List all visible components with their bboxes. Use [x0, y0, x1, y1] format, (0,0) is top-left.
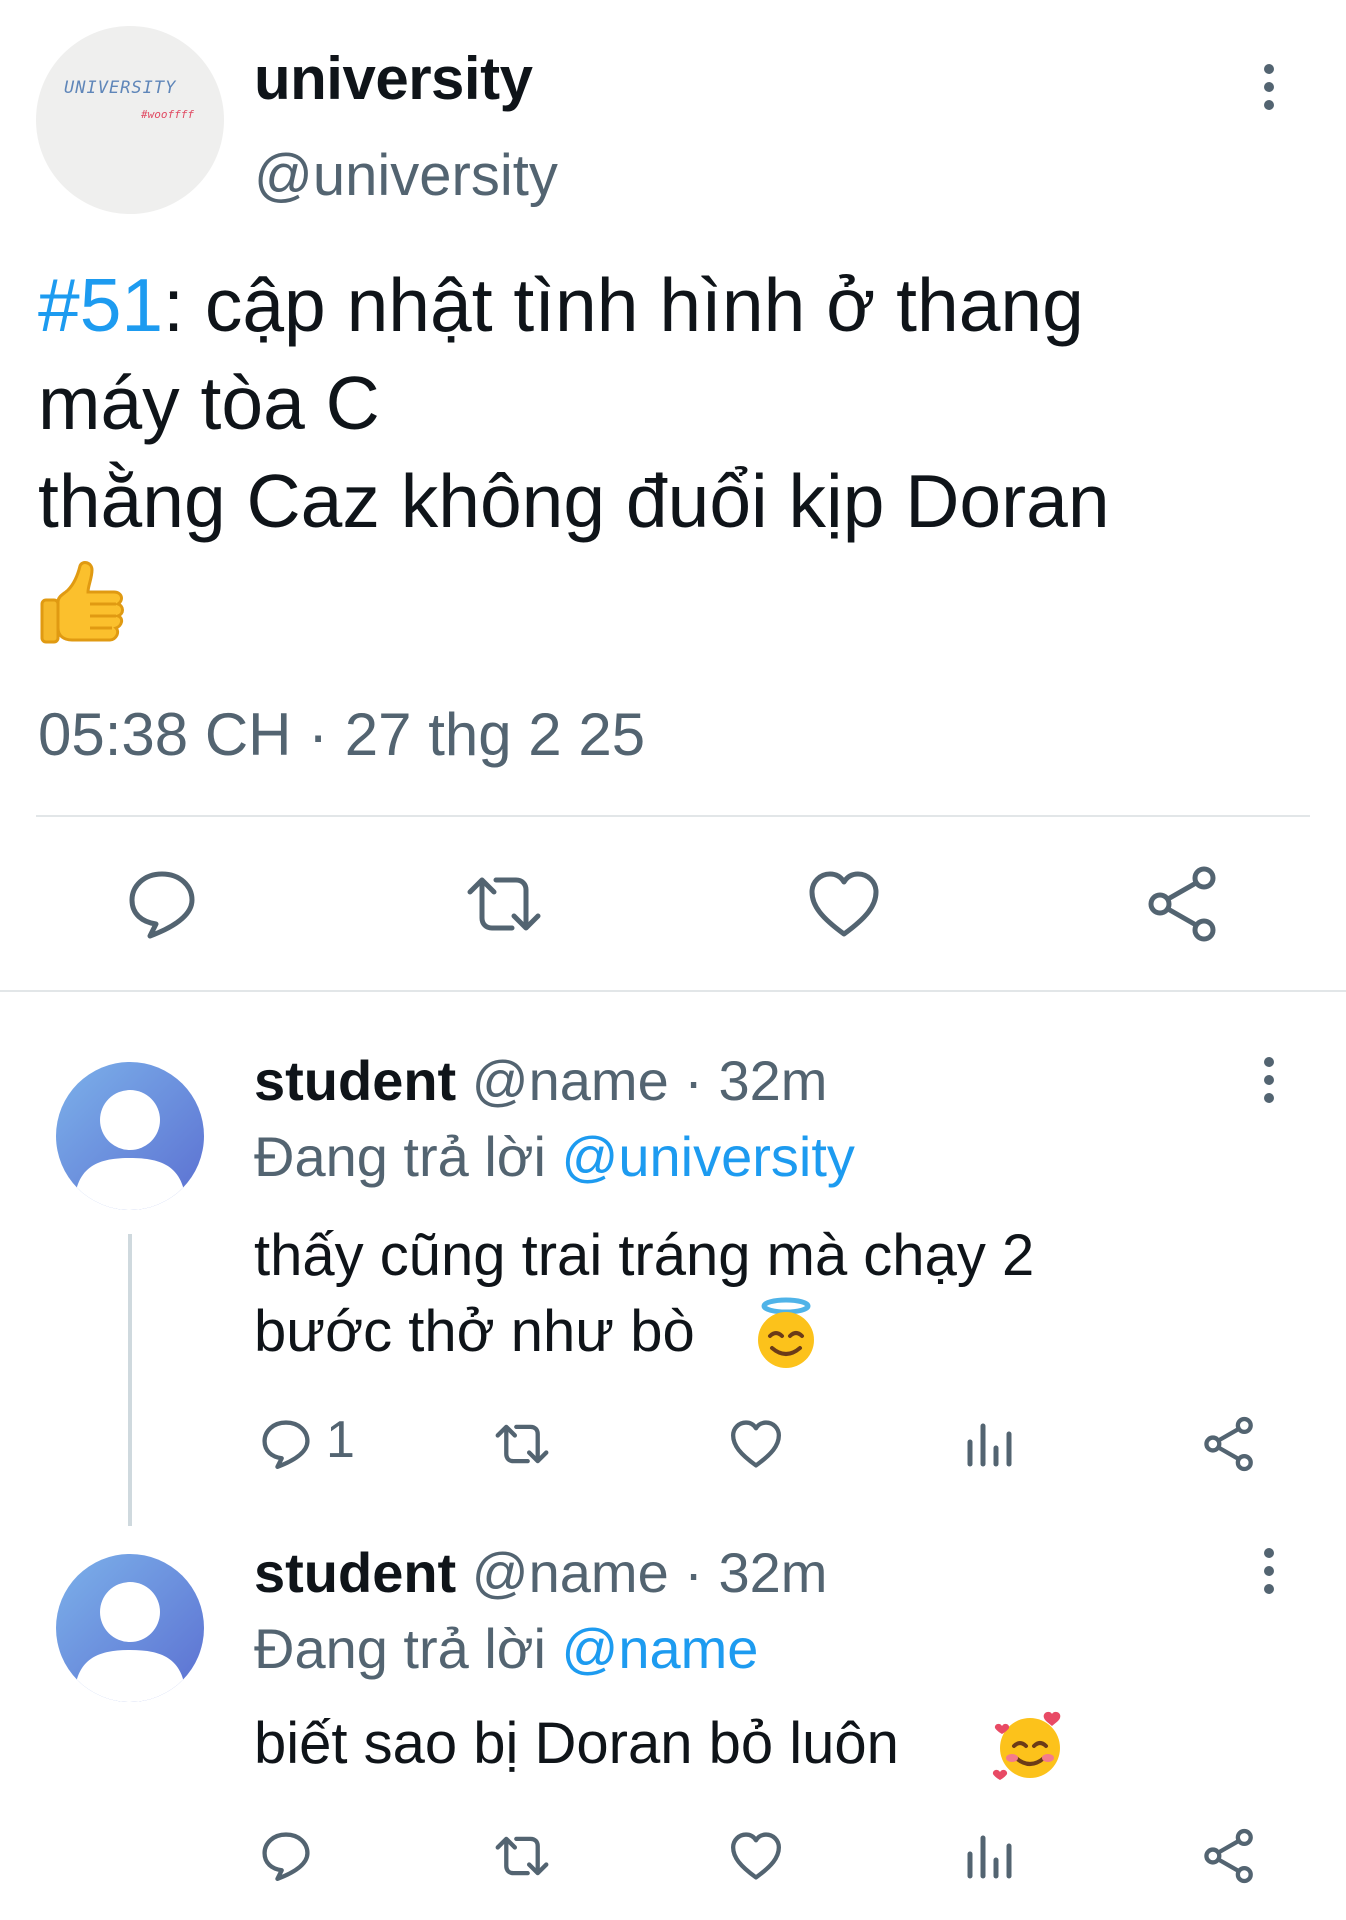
retweet-icon[interactable] [490, 1414, 554, 1474]
replying-to: Đang trả lời @name [254, 1616, 758, 1681]
share-icon[interactable] [1200, 1826, 1260, 1886]
reply-icon[interactable] [256, 1414, 316, 1474]
avatar-logo-text: UNIVERSITY [64, 78, 177, 98]
mention-link[interactable]: @name [562, 1617, 759, 1680]
share-icon[interactable] [1142, 862, 1226, 946]
more-options-icon[interactable] [1259, 1057, 1279, 1103]
reply-icon[interactable] [256, 1826, 316, 1886]
hashtag-link[interactable]: #51 [38, 263, 163, 347]
author-avatar[interactable]: UNIVERSITY #wooffff [36, 26, 224, 214]
like-icon[interactable] [726, 1826, 786, 1886]
replying-to-label: Đang trả lời [254, 1617, 546, 1680]
tweet-body: : cập nhật tình hình ở thang máy tòa C t… [38, 263, 1110, 543]
replying-to-label: Đang trả lời [254, 1125, 546, 1188]
share-icon[interactable] [1200, 1414, 1260, 1474]
reply-count: 1 [326, 1411, 355, 1469]
reply-avatar[interactable] [56, 1062, 204, 1210]
thumbs-up-emoji-icon [38, 556, 130, 648]
divider [36, 815, 1310, 817]
avatar-logo-subtext: #wooffff [141, 108, 194, 121]
retweet-icon[interactable] [490, 1826, 554, 1886]
reply-icon[interactable] [120, 862, 204, 946]
retweet-icon[interactable] [462, 862, 546, 946]
section-divider [0, 990, 1346, 992]
author-handle[interactable]: @university [254, 142, 558, 209]
reply-handle-time[interactable]: @name · 32m [472, 1541, 828, 1604]
smiling-face-with-halo-emoji-icon [748, 1296, 824, 1372]
reply-author-name[interactable]: student [254, 1541, 456, 1604]
analytics-icon[interactable] [964, 1420, 1014, 1470]
tweet-timestamp[interactable]: 05:38 CH · 27 thg 2 25 [38, 700, 645, 769]
mention-link[interactable]: @university [562, 1125, 855, 1188]
more-options-icon[interactable] [1259, 1548, 1279, 1594]
tweet-text: #51: cập nhật tình hình ở thang máy tòa … [38, 256, 1298, 550]
smiling-face-with-hearts-emoji-icon [992, 1708, 1068, 1784]
reply-header: student @name · 32m [254, 1048, 827, 1113]
reply-handle-time[interactable]: @name · 32m [472, 1049, 828, 1112]
analytics-icon[interactable] [964, 1832, 1014, 1882]
reply-header: student @name · 32m [254, 1540, 827, 1605]
reply-author-name[interactable]: student [254, 1049, 456, 1112]
more-options-icon[interactable] [1259, 64, 1279, 110]
author-name[interactable]: university [254, 44, 533, 113]
like-icon[interactable] [802, 862, 886, 946]
thread-connector-line [128, 1234, 132, 1526]
reply-text: biết sao bị Doran bỏ luôn [254, 1711, 899, 1776]
replying-to: Đang trả lời @university [254, 1124, 855, 1189]
reply-avatar[interactable] [56, 1554, 204, 1702]
like-icon[interactable] [726, 1414, 786, 1474]
